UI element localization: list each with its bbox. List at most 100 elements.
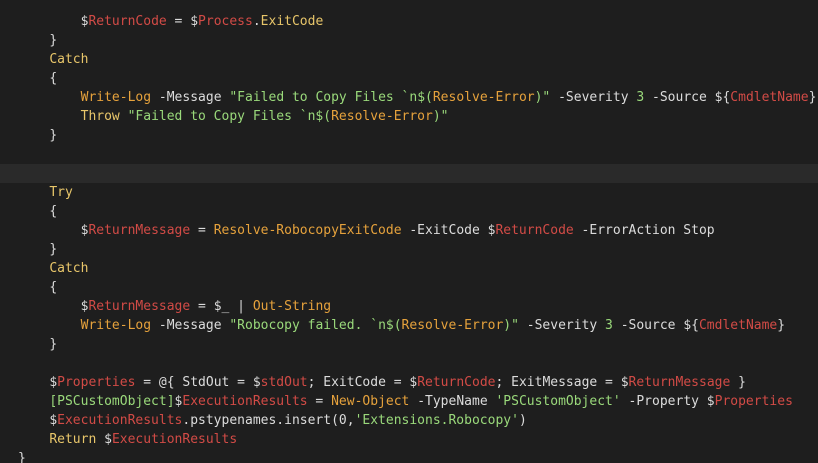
code-token-keyword: Return [49,432,97,447]
code-token-default: } [730,375,746,390]
code-line[interactable] [0,145,818,164]
code-token-keyword: ExitCode [260,14,324,29]
code-token-default: -Source [644,90,715,105]
code-line[interactable]: [PSCustomObject] $ ExecutionResults = New-… [0,392,818,411]
code-token-default: $_ [213,299,230,314]
code-token-variable: Properties [57,375,136,390]
code-token-default: } [18,451,26,463]
code-token-variable: ReturnCode [495,223,574,238]
code-line[interactable]: } [0,449,818,463]
code-token-cmdlet: Resolve-Error [331,109,433,124]
code-token-default: ; ExitMessage = [495,375,621,390]
code-line[interactable]: Throw "Failed to Copy Files `n$(Resolve-… [0,107,818,126]
code-token-variable: CmdletName [698,318,778,333]
code-token-variable: ReturnMessage [88,223,191,238]
code-token-default: } [808,90,817,105]
code-token-cmdlet: Write-Log [80,90,152,105]
code-token-default: $ [190,14,199,29]
code-token-default: } [49,242,58,257]
code-token-default: = [190,299,214,314]
code-token-default: ${ [683,318,699,333]
code-line[interactable]: { [0,69,818,88]
code-token-cmdlet: Resolve-RobocopyExitCode [213,223,402,238]
code-token-default: $ [706,394,715,409]
code-token-variable: ExecutionResults [111,432,238,447]
code-token-default: | [229,299,253,314]
code-token-default: = [190,223,214,238]
code-token-default: -Source [612,318,684,333]
code-token-variable: stdOut [260,375,308,390]
code-line[interactable]: } [0,335,818,354]
code-line[interactable]: $ReturnCode = $Process.ExitCode [0,12,818,31]
code-token-string: 'PSCustomObject' [495,394,621,409]
code-token-variable: ReturnMessage [88,299,191,314]
code-token-default: } [777,318,786,333]
code-token-default: -TypeName [409,394,496,409]
code-token-string: )" [432,109,449,124]
code-token-string: "Robocopy failed. `n$( [229,318,402,333]
code-line[interactable]: } [0,240,818,259]
code-token-default: = @{ StdOut = [135,375,253,390]
code-token-variable: Properties [714,394,793,409]
code-line[interactable]: Write-Log -Message "Failed to Copy Files… [0,88,818,107]
code-line[interactable]: Catch [0,259,818,278]
code-token-string: 3 [636,90,645,105]
code-token-default [120,109,128,124]
code-editor[interactable]: $ReturnCode = $Process.ExitCode } Catch … [0,0,818,463]
code-line[interactable]: Catch [0,50,818,69]
code-token-keyword: Catch [49,261,89,276]
code-token-string: "Failed to Copy Files `n$( [229,90,433,105]
code-token-variable: ExecutionResults [57,413,183,428]
code-token-default [96,432,104,447]
code-token-variable: Process [198,14,253,29]
code-token-default: -Message [151,318,230,333]
code-token-string: [PSCustomObject] [49,394,175,409]
code-token-string: 3 [605,318,613,333]
code-token-string: )" [534,90,551,105]
code-line[interactable]: } [0,126,818,145]
code-line[interactable]: $ExecutionResults.pstypenames.insert(0,'… [0,411,818,430]
code-line[interactable]: $ReturnMessage = $_ | Out-String [0,297,818,316]
code-token-cmdlet: Out-String [252,299,332,314]
code-token-keyword: Try [49,185,73,200]
code-token-default: -Property [620,394,707,409]
code-token-variable: CmdletName [730,90,809,105]
code-line[interactable]: { [0,202,818,221]
code-token-default: { [49,280,58,295]
code-token-cmdlet: Resolve-Error [401,318,504,333]
code-line[interactable]: } [0,31,818,50]
code-line[interactable]: $Properties = @{ StdOut = $stdOut; ExitC… [0,373,818,392]
code-line[interactable] [0,164,818,183]
code-token-keyword: Throw [80,109,120,124]
code-line[interactable]: { [0,278,818,297]
code-token-default: ) [518,413,527,428]
code-line[interactable]: Try [0,183,818,202]
code-token-string: )" [503,318,519,333]
code-token-variable: ExecutionResults [182,394,308,409]
code-line[interactable]: Return $ExecutionResults [0,430,818,449]
code-token-default: = [307,394,332,409]
code-token-default: { [49,204,58,219]
code-token-cmdlet: Write-Log [80,318,152,333]
code-token-default: } [49,337,58,352]
code-line[interactable]: Write-Log -Message "Robocopy failed. `n$… [0,316,818,335]
code-token-cmdlet: Resolve-Error [432,90,535,105]
code-line[interactable]: $ReturnMessage = Resolve-RobocopyExitCod… [0,221,818,240]
code-token-default: ${ [714,90,731,105]
code-line[interactable] [0,354,818,373]
code-token-cmdlet: New-Object [331,394,410,409]
